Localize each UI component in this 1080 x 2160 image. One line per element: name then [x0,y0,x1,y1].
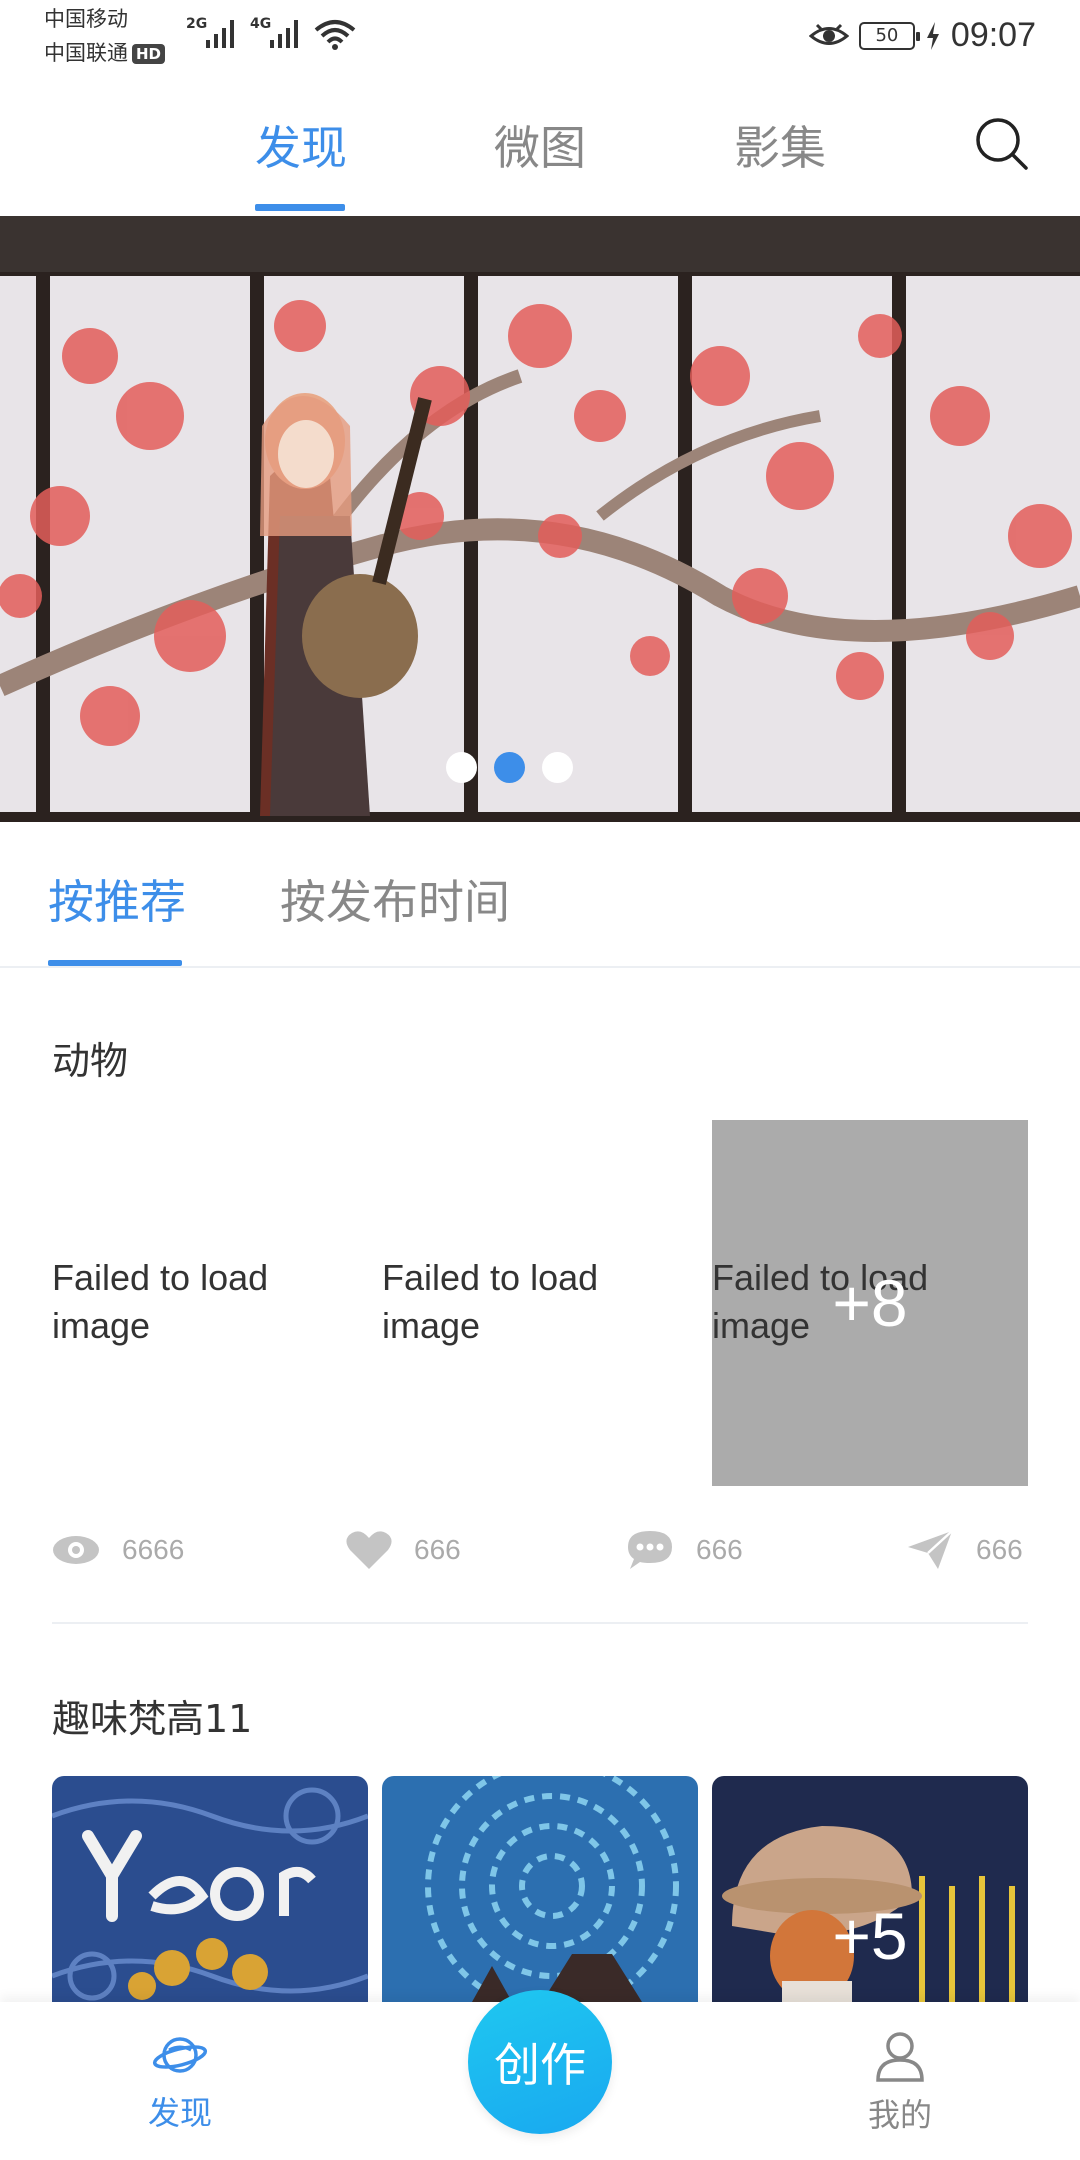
carrier-name-2-text: 中国联通 [44,41,128,65]
carousel-indicator [0,752,1080,786]
views-stat: 6666 [52,1524,184,1576]
banner-carousel[interactable] [0,216,1080,822]
hd-badge: HD [132,44,166,64]
status-bar: 中国移动 中国联通 HD 2G 4G 50 09:07 [0,0,1080,76]
album-title-van-gogh[interactable]: 趣味梵高11 [52,1688,252,1743]
clock: 09:07 [950,16,1036,54]
tab-recommended[interactable]: 按推荐 [48,866,186,932]
likes-stat[interactable]: 666 [346,1524,461,1576]
more-images-count: +5 [832,1899,908,1973]
image-error-text: Failed to load image [52,1257,269,1346]
album-image-1[interactable]: Failed to load image [52,1120,368,1486]
signal-icon [206,20,234,48]
album-title-animals[interactable]: 动物 [52,1030,128,1085]
album-thumb-2[interactable] [382,1776,698,2002]
sort-tab-indicator [48,960,182,966]
wifi-icon [314,20,356,50]
image-error-text: Failed to load image [382,1257,599,1346]
top-tab-bar: 发现 微图 影集 [0,76,1080,216]
comments-stat[interactable]: 666 [626,1524,743,1576]
signal-icon-2 [270,20,298,48]
card-divider [52,1622,1028,1624]
tab-micro-images[interactable]: 微图 [494,112,586,178]
active-tab-indicator [255,204,345,211]
comment-icon [628,1531,672,1569]
charging-icon [926,21,939,50]
tab-albums[interactable]: 影集 [734,112,826,178]
eye-icon [53,1536,99,1564]
carousel-dot-2[interactable] [494,752,525,783]
battery-indicator: 50 [858,21,920,50]
nav-mine-label: 我的 [867,2096,932,2134]
album-image-2[interactable]: Failed to load image [382,1120,698,1486]
nav-discover-label: 发现 [147,2094,212,2132]
carousel-dot-1[interactable] [446,752,477,783]
create-button[interactable]: 创作 [468,1990,612,2134]
album-stats: 6666 666 666 666 [52,1524,1028,1576]
comments-count: 666 [696,1534,743,1565]
sort-tab-bar: 按推荐 按发布时间 [0,822,1080,968]
tab-discover[interactable]: 发现 [255,112,347,178]
user-icon [876,2032,924,2082]
album-thumb-3[interactable]: +5 [712,1776,1028,2002]
carousel-dot-3[interactable] [542,752,573,783]
tab-by-publish-time[interactable]: 按发布时间 [280,866,510,932]
eye-comfort-icon [808,23,849,45]
views-count: 6666 [122,1534,185,1565]
thumb-artwork-1 [52,1776,368,2002]
album-thumb-1[interactable] [52,1776,368,2002]
shares-stat[interactable]: 666 [906,1524,1023,1576]
heart-icon [346,1531,392,1569]
search-icon[interactable] [972,114,1032,174]
status-right: 50 09:07 [808,16,1036,55]
more-images-count: +8 [832,1266,908,1340]
carrier-name-1: 中国移动 [44,7,128,31]
thumb-artwork-2 [382,1776,698,2002]
shares-count: 666 [976,1534,1023,1565]
banner-artwork [0,216,1080,822]
likes-count: 666 [414,1534,461,1565]
nav-discover[interactable]: 发现 [110,2030,250,2134]
album-image-3[interactable]: Failed to load image +8 [712,1120,1028,1486]
planet-icon [152,2037,208,2073]
send-icon [908,1530,953,1569]
carrier-name-2: 中国联通 HD [44,40,166,66]
nav-mine[interactable]: 我的 [830,2030,970,2136]
